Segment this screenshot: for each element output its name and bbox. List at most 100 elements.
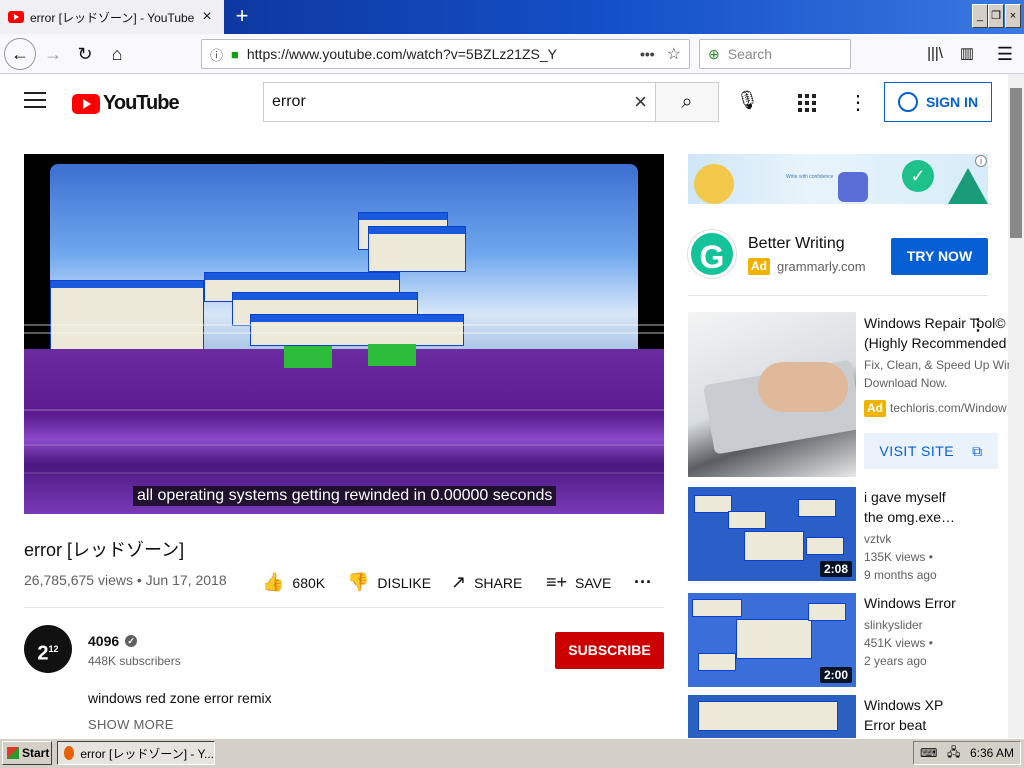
banner-shape xyxy=(948,168,988,204)
thumb-error-window xyxy=(808,603,846,621)
thumb-error-window xyxy=(698,701,838,731)
related-channel[interactable]: vztvk xyxy=(864,532,891,546)
search-button[interactable]: ⌕ xyxy=(655,82,719,122)
forward-arrow-icon[interactable]: → xyxy=(38,39,68,69)
microphone-icon[interactable]: 🎙 xyxy=(736,90,759,114)
reload-icon[interactable]: ↻ xyxy=(70,39,100,69)
related-title[interactable]: Windows Error xyxy=(864,593,1004,613)
glitch-line xyxy=(24,409,664,411)
more-actions-icon[interactable]: ··· xyxy=(634,572,652,593)
lock-icon[interactable]: ■ xyxy=(231,47,239,62)
restore-button[interactable]: ❐ xyxy=(988,4,1004,28)
hand-graphic xyxy=(758,362,848,412)
sidebar-toggle-icon[interactable]: ▥ xyxy=(952,39,982,69)
ad-badge: Ad xyxy=(748,258,770,275)
video-title: error [レッドゾーン] xyxy=(24,540,185,560)
subscriber-count: 448K subscribers xyxy=(88,654,181,668)
subscribe-button[interactable]: SUBSCRIBE xyxy=(555,632,664,669)
video-player[interactable] xyxy=(24,154,664,514)
try-now-button[interactable]: TRY NOW xyxy=(891,238,988,275)
sponsored-title[interactable]: Windows Repair Tool© (Highly Recommended xyxy=(864,313,1009,353)
sign-in-label: SIGN IN xyxy=(925,94,979,110)
start-button[interactable]: Start xyxy=(2,741,52,765)
home-icon[interactable]: ⌂ xyxy=(102,39,132,69)
item-menu-icon[interactable]: ⋮ xyxy=(970,315,986,335)
ad-banner-image[interactable]: Write with confidence ✓ xyxy=(688,154,988,204)
channel-avatar[interactable]: 212 xyxy=(24,625,72,673)
save-label: SAVE xyxy=(575,574,612,591)
related-title[interactable]: i gave myself the omg.exe… xyxy=(864,487,1004,527)
related-thumbnail[interactable]: 2:08 xyxy=(688,487,856,581)
apps-grid-icon[interactable] xyxy=(798,94,816,112)
search-query-text[interactable]: error xyxy=(272,93,634,111)
search-engine-icon: ⊕ xyxy=(708,45,720,62)
sign-in-button[interactable]: SIGN IN xyxy=(884,82,992,122)
settings-more-icon[interactable]: ⋮ xyxy=(848,90,868,115)
show-more-button[interactable]: SHOW MORE xyxy=(88,717,174,732)
related-title-line: Windows XP xyxy=(864,697,944,713)
external-link-icon: ⧉ xyxy=(972,442,983,459)
ad-badge: Ad xyxy=(864,400,886,417)
back-arrow-icon[interactable]: ← xyxy=(4,38,36,70)
save-button[interactable]: ≡+ SAVE xyxy=(546,572,611,593)
menu-hamburger-icon[interactable]: ☰ xyxy=(990,39,1020,69)
related-thumbnail[interactable]: 2:00 xyxy=(688,593,856,687)
glitch-line xyxy=(24,332,664,334)
youtube-search-input[interactable]: error × xyxy=(263,82,656,122)
video-frame-error-window xyxy=(368,226,466,272)
thumb-error-window xyxy=(744,531,804,561)
browser-search-bar[interactable]: ⊕ Search xyxy=(699,39,851,69)
related-views: 135K views • xyxy=(864,550,933,564)
ad-info-icon[interactable]: i xyxy=(975,155,987,167)
start-label: Start xyxy=(22,746,50,760)
library-icon[interactable]: |||\ xyxy=(920,39,950,69)
browser-tab[interactable]: error [レッドゾーン] - YouTube × xyxy=(0,0,224,34)
bookmark-star-icon[interactable]: ☆ xyxy=(667,44,681,64)
dislike-button[interactable]: 👎 DISLIKE xyxy=(347,572,431,593)
channel-name-row[interactable]: 4096 ✓ xyxy=(88,633,138,649)
page-actions-icon[interactable]: ••• xyxy=(640,46,655,62)
guide-menu-icon[interactable] xyxy=(24,92,46,113)
related-title[interactable]: Windows XP Error beat xyxy=(864,695,1004,735)
like-button[interactable]: 👍 680K xyxy=(262,572,325,593)
youtube-favicon-icon xyxy=(8,11,24,23)
green-block xyxy=(368,344,416,366)
page-scrollbar[interactable] xyxy=(1008,74,1024,738)
share-button[interactable]: ↗ SHARE xyxy=(451,572,522,593)
taskbar-item-firefox[interactable]: error [レッドゾーン] - Y... xyxy=(57,741,215,765)
sponsored-thumbnail[interactable] xyxy=(688,312,856,477)
info-icon[interactable]: ⓘ xyxy=(210,45,223,64)
banner-tagline: Write with confidence xyxy=(786,174,834,180)
grammarly-logo[interactable]: G xyxy=(688,230,736,278)
scrollbar-thumb[interactable] xyxy=(1010,88,1022,238)
close-window-button[interactable]: × xyxy=(1005,4,1021,28)
video-description: windows red zone error remix xyxy=(88,690,272,706)
visit-site-button[interactable]: VISIT SITE ⧉ xyxy=(864,433,998,469)
divider xyxy=(24,607,664,608)
clear-search-icon[interactable]: × xyxy=(634,89,647,115)
thumb-error-window xyxy=(806,537,844,555)
ad-domain: grammarly.com xyxy=(777,259,866,274)
share-label: SHARE xyxy=(474,574,523,591)
tab-close-icon[interactable]: × xyxy=(198,8,216,26)
sponsored-desc-line: Fix, Clean, & Speed Up Win xyxy=(864,358,1009,372)
dislike-label: DISLIKE xyxy=(377,574,432,591)
related-channel[interactable]: slinkyslider xyxy=(864,618,923,632)
url-text[interactable]: https://www.youtube.com/watch?v=5BZLz21Z… xyxy=(247,46,632,62)
youtube-wordmark: YouTube xyxy=(103,92,180,114)
network-tray-icon[interactable]: 🖧 xyxy=(947,743,960,764)
youtube-logo[interactable]: YouTube xyxy=(72,92,180,115)
url-bar[interactable]: ⓘ ■ https://www.youtube.com/watch?v=5BZL… xyxy=(201,39,690,69)
clock: 6:36 AM xyxy=(969,746,1014,760)
minimize-button[interactable]: _ xyxy=(972,4,988,28)
related-thumbnail[interactable] xyxy=(688,695,856,738)
new-tab-button[interactable]: + xyxy=(230,2,254,30)
keyboard-tray-icon[interactable]: ⌨ xyxy=(920,746,937,760)
ad-title[interactable]: Better Writing xyxy=(748,235,845,253)
related-title-line: the omg.exe… xyxy=(864,509,956,525)
visit-site-label: VISIT SITE xyxy=(879,443,955,459)
youtube-header: YouTube error × ⌕ 🎙 ⋮ SIGN IN xyxy=(0,74,1008,130)
video-duration: 2:08 xyxy=(819,561,852,577)
channel-name[interactable]: 4096 xyxy=(88,633,119,649)
youtube-play-icon xyxy=(72,93,100,114)
